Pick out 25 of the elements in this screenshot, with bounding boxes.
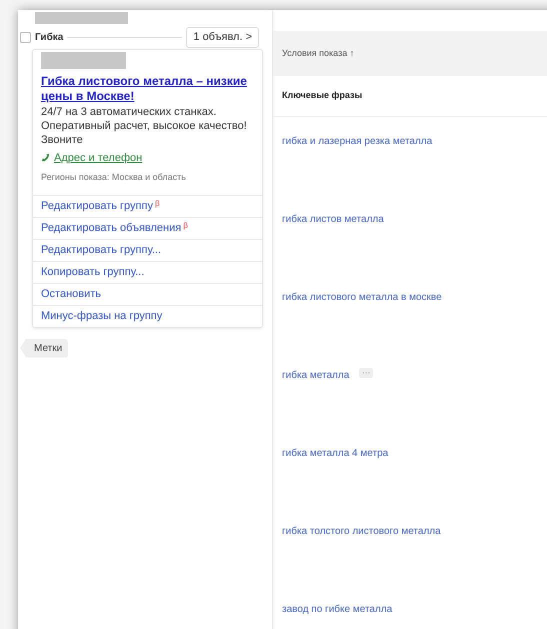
keyword-link[interactable]: гибка листового металла в москве [282,290,442,305]
beta-mark: β [183,220,188,230]
group-name: Гибка [35,30,64,45]
more-button[interactable]: ··· [359,368,374,378]
menu-item[interactable]: Остановить [33,282,262,304]
ad-text: 24/7 на 3 автоматических станках. Оперативный расчет, высокое качество! Звоните [41,104,248,146]
regions-text: Регионы показа: Москва и область [41,171,187,184]
keyword-link[interactable]: гибка металла 4 метра [282,446,388,461]
tags-button[interactable]: Метки [20,338,68,358]
keyword-link[interactable]: гибка металла [282,368,350,383]
beta-mark: β [154,198,160,208]
menu-item[interactable]: Редактировать группу... [33,238,262,260]
ad-title-link[interactable]: Гибка листового металла – низкие цены в Москве! [41,74,254,104]
menu-item[interactable]: Копировать группу... [33,260,262,282]
phone-icon [41,153,50,162]
keyword-link[interactable]: завод по гибке металла [282,602,392,617]
checkbox[interactable] [20,32,31,43]
ads-count-button[interactable]: 1 объявл. > [186,27,259,48]
keyword-link[interactable]: гибка листов металла [282,212,384,227]
section-heading: Ключевые фразы [273,76,547,117]
contact-link[interactable]: Адрес и телефон [54,150,142,166]
menu-item[interactable]: Минус-фразы на группу [33,304,262,326]
keyword-link[interactable]: гибка толстого листового металла [282,524,441,539]
table-header[interactable]: Условия показа ↑ [273,31,547,76]
keyword-link[interactable]: гибка и лазерная резка металла [282,134,432,149]
